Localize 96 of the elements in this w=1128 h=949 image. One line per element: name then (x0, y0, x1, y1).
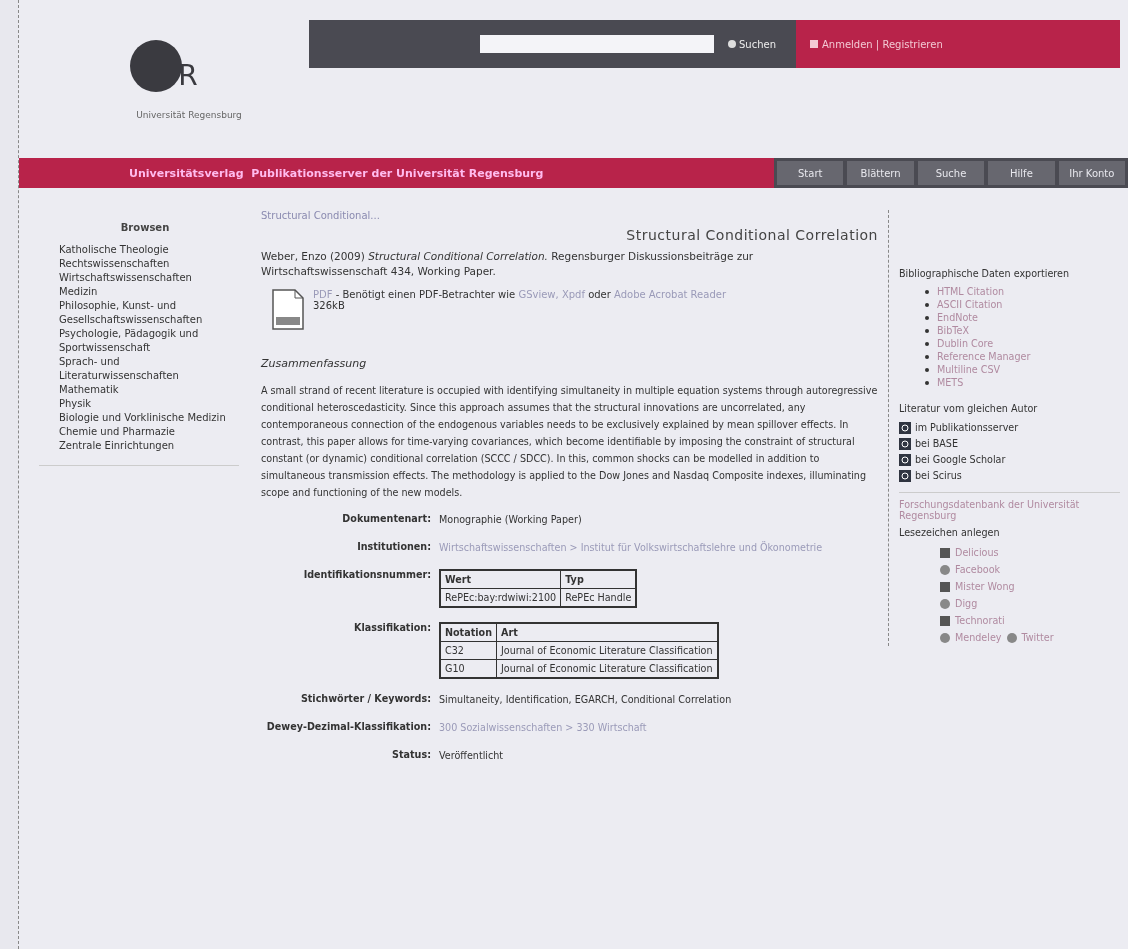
author-search-link[interactable]: bei Scirus (915, 468, 962, 484)
field-value: Monographie (Working Paper) (439, 513, 583, 527)
field-label: Institutionen: (356, 541, 431, 554)
export-link[interactable]: ASCII Citation (937, 298, 1003, 311)
bookmark-link[interactable]: Mister Wong (955, 578, 1015, 595)
search-button[interactable]: Suchen (722, 37, 782, 51)
author-search-link[interactable]: bei Google Scholar (915, 452, 1006, 468)
bookmark-link[interactable]: Facebook (955, 561, 1001, 578)
export-link[interactable]: BibTeX (937, 324, 970, 337)
bookmark-service-icon[interactable] (939, 580, 951, 593)
abstract-heading: Zusammenfassung (261, 357, 368, 370)
pdf-file-icon[interactable] (271, 289, 305, 331)
bookmark-service-icon[interactable] (939, 597, 951, 610)
bookmark-service-icon[interactable] (939, 614, 951, 627)
field-label: Dewey-Dezimal-Klassifikation: (265, 721, 431, 734)
field-label: Identifikationsnummer: (302, 569, 431, 582)
browse-link[interactable]: Chemie und Pharmazie (59, 425, 231, 439)
browse-link[interactable]: Physik (59, 397, 231, 411)
browse-link[interactable]: Rechtswissenschaften (59, 257, 231, 271)
nav-button[interactable]: Ihr Konto (1058, 161, 1126, 185)
export-title: Bibliographische Daten exportieren (899, 268, 1070, 279)
table-header: Wert (440, 570, 561, 589)
author-search-link[interactable]: bei BASE (915, 436, 958, 452)
bookmark-link[interactable]: Delicious (955, 544, 999, 561)
research-db-link[interactable]: Forschungsdatenbank der Universität Regensburg (899, 499, 1120, 521)
author-search-link[interactable]: im Publikationsserver (915, 420, 1019, 436)
search-field[interactable] (480, 35, 714, 53)
nav-button[interactable]: Blättern (847, 161, 914, 185)
browse-link[interactable]: Sprach- und Literaturwissenschaften (59, 355, 231, 383)
search-icon[interactable] (899, 422, 911, 434)
bookmark-service-icon[interactable] (939, 546, 951, 559)
file-size: 326kB (313, 300, 345, 311)
viewer-note: oder (587, 289, 612, 300)
bullet-icon (925, 380, 929, 385)
breadcrumb-link[interactable]: Structural Conditional... (261, 210, 878, 221)
bullet-icon (925, 367, 929, 372)
citation-text: Weber, Enzo (2009) Structural Conditional Correlation. Regensburger Diskussionsbeiträge zur Wirtschaftswissenschaft 434, Working Paper. (261, 249, 755, 279)
logo-letter: R (178, 59, 198, 92)
table-header: Notation (440, 623, 497, 642)
browse-link[interactable]: Medizin (59, 285, 231, 299)
browse-title: Browsen (119, 222, 171, 233)
bookmark-link[interactable]: Mendeley (955, 629, 1002, 646)
site-title-banner: Universitätsverlag Publikationsserver der Universität Regensburg (19, 158, 774, 188)
field-label: Dokumentenart: (341, 513, 431, 526)
article-title: Structural Conditional Correlation (625, 227, 878, 243)
bookmark-service-icon[interactable] (1005, 631, 1018, 644)
field-label: Klassifikation: (353, 622, 431, 635)
search-icon[interactable] (899, 454, 911, 466)
browse-link[interactable]: Psychologie, Pädagogik und Sportwissenschaft (59, 327, 231, 355)
logo-circle-icon (130, 40, 183, 92)
field-link[interactable]: Wirtschaftswissenschaften > Institut für Volkswirtschaftslehre und Ökonometrie (439, 541, 878, 555)
bullet-icon (925, 354, 929, 359)
viewer-link[interactable]: Adobe Acrobat Reader (614, 289, 726, 300)
file-format-link[interactable]: PDF (313, 289, 333, 300)
field-value: Simultaneity, Identification, EGARCH, Conditional Correlation (439, 693, 733, 707)
export-link[interactable]: Dublin Core (937, 337, 994, 350)
browse-link[interactable]: Biologie und Vorklinische Medizin (59, 411, 231, 425)
square-icon (810, 40, 818, 48)
field-link[interactable]: 300 Sozialwissenschaften > 330 Wirtschaft (439, 721, 878, 735)
bullet-icon (925, 315, 929, 320)
browse-link[interactable]: Wirtschaftswissenschaften (59, 271, 231, 285)
nav-button[interactable]: Start (777, 161, 844, 185)
export-link[interactable]: Multiline CSV (937, 363, 1001, 376)
bullet-icon (925, 302, 929, 307)
export-link[interactable]: HTML Citation (937, 285, 1005, 298)
export-link[interactable]: METS (937, 376, 964, 389)
bookmark-link[interactable]: Technorati (955, 612, 1005, 629)
bookmark-service-icon[interactable] (939, 631, 951, 644)
browse-link[interactable]: Philosophie, Kunst- und Gesellschaftswissenschaften (59, 299, 231, 327)
search-icon[interactable] (899, 470, 911, 482)
table-cell: C32 (440, 641, 497, 660)
circle-icon (728, 40, 736, 48)
bookmark-link[interactable]: Twitter (1021, 629, 1054, 646)
bookmark-link[interactable]: Digg (955, 595, 978, 612)
bullet-icon (925, 289, 929, 294)
nav-button[interactable]: Hilfe (988, 161, 1055, 185)
nav-button[interactable]: Suche (917, 161, 985, 185)
export-link[interactable]: Reference Manager (937, 350, 1031, 363)
author-title: Literatur vom gleichen Autor (899, 403, 1039, 414)
search-icon[interactable] (899, 438, 911, 450)
browse-link[interactable]: Katholische Theologie (59, 243, 231, 257)
bullet-icon (925, 341, 929, 346)
account-link[interactable]: Anmelden | Registrieren (810, 38, 943, 50)
bookmark-service-icon[interactable] (939, 563, 951, 576)
viewer-note: - Benötigt einen PDF-Betrachter wie (335, 289, 517, 300)
field-label: Status: (391, 749, 431, 762)
abstract-text: A small strand of recent literature is occupied with identifying simultaneity in multiple equation systems through autoregressive conditional heteroscedasticity. Since this approach assumes that the structural innovations are uncorrelated, any contemporaneous connection of the endogenous variables needs to be exclusively explained by mean spillover effects. In contrast, this paper allows for time-varying covariances, which become identifiable by imposing the constraint of structural constant (or dynamic) conditional correlation (SCCC / SDCC). In this, common shocks can be modelled in addition to simultaneous transmission effects. The methodology is applied to the Dow Jones and Nasdaq Composite indexes, illuminating scope and functioning of the new models. (261, 384, 878, 500)
browse-link[interactable]: Mathematik (59, 383, 231, 397)
viewer-link[interactable]: GSview, Xpdf (518, 289, 585, 300)
logo-caption: Universität Regensburg (136, 110, 242, 120)
bookmark-title: Lesezeichen anlegen (899, 527, 1001, 538)
bullet-icon (925, 328, 929, 333)
browse-link[interactable]: Zentrale Einrichtungen (59, 439, 231, 453)
field-value: Veröffentlicht (439, 749, 505, 763)
export-link[interactable]: EndNote (937, 311, 978, 324)
field-label: Stichwörter / Keywords: (299, 693, 431, 706)
